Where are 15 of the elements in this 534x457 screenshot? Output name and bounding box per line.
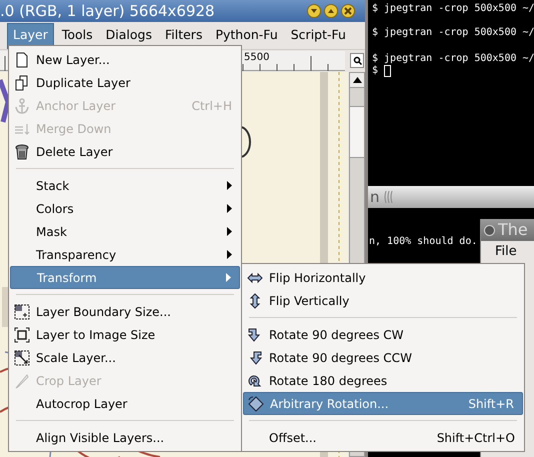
terminal-line: $ jpegtran -crop 500x500 ~/ (372, 2, 534, 16)
window-title: .0 (RGB, 1 layer) 5664x6928 (0, 0, 215, 22)
terminal-line: $ jpegtran -crop 500x500 ~/ (372, 52, 534, 65)
terminal-line: $ (372, 64, 380, 78)
menu-item: Anchor Layer Ctrl+H (10, 94, 240, 117)
menu-item: Crop Layer (10, 369, 240, 392)
terminal-line: $ jpegtran -crop 500x500 ~/ (372, 26, 534, 40)
window-title: The (498, 219, 528, 241)
ruler-label: 5500 (244, 52, 270, 64)
shortcut-label: Shift+Ctrl+O (436, 430, 515, 446)
menu-item: Merge Down (10, 117, 240, 140)
terminal-line: n, 100% should do. (369, 235, 478, 249)
shortcut-label: Shift+R (468, 396, 514, 412)
shortcut-label: Ctrl+H (192, 98, 232, 114)
window-title: n (370, 186, 380, 208)
